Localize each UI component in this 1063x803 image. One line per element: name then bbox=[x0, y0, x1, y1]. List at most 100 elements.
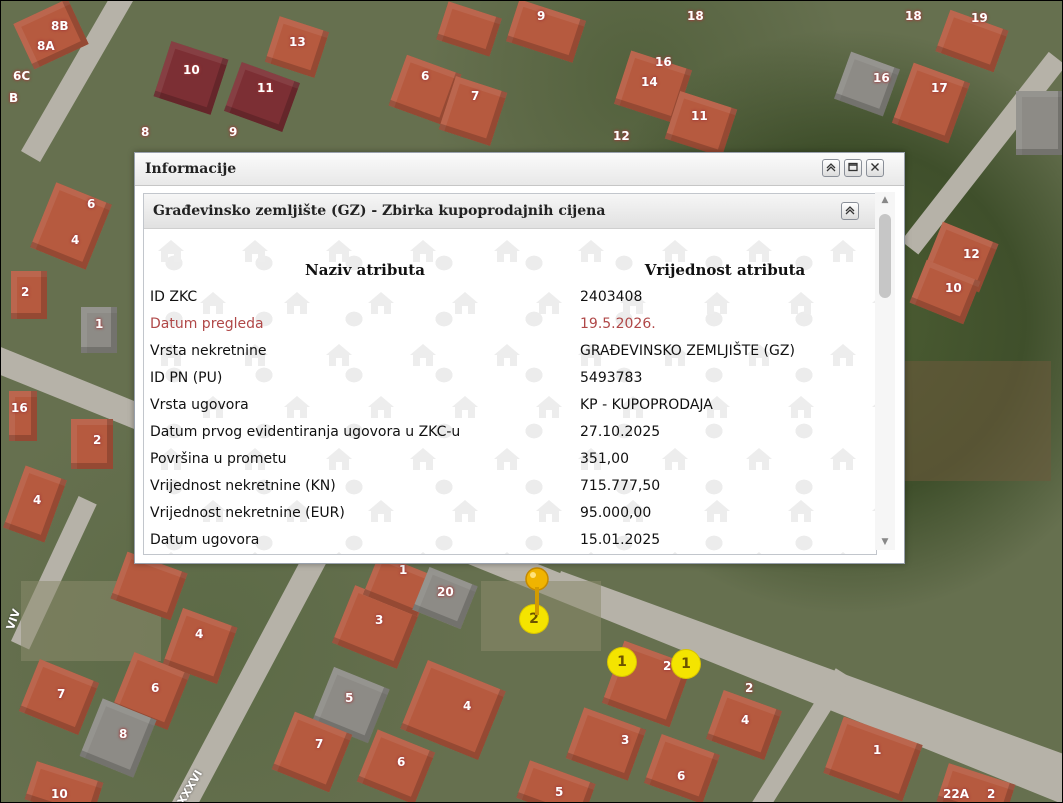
house-number: 20 bbox=[437, 585, 454, 599]
house-number: 14 bbox=[641, 75, 658, 89]
house-number: 2 bbox=[21, 285, 30, 299]
maximize-icon bbox=[848, 162, 858, 174]
scrollbar-thumb[interactable] bbox=[879, 214, 891, 298]
attribute-name: Datum prvog evidentiranja ugovora u ZKC-… bbox=[150, 423, 461, 440]
house-number: 3 bbox=[375, 613, 384, 627]
house-number: 4 bbox=[71, 233, 80, 247]
attribute-name: ID ZKC bbox=[150, 288, 198, 305]
house-number: 6 bbox=[151, 681, 160, 695]
attribute-table: Naziv atributa Vrijednost atributa ID ZK… bbox=[150, 257, 870, 553]
house-number: 10 bbox=[183, 63, 200, 77]
map-cluster[interactable]: 1 bbox=[672, 650, 700, 678]
house-number: 11 bbox=[257, 81, 274, 95]
table-row: Datum pregleda 19.5.2026. bbox=[150, 310, 870, 337]
house-number: 4 bbox=[463, 699, 472, 713]
house-number: 1 bbox=[399, 563, 408, 577]
panel-collapse-button[interactable] bbox=[841, 202, 859, 220]
lot bbox=[901, 361, 1051, 481]
info-window-title: Informacije bbox=[145, 161, 237, 177]
house-number: 2 bbox=[987, 787, 996, 801]
attribute-name: Vrsta nekretnine bbox=[150, 342, 267, 359]
column-header: Vrijednost atributa bbox=[644, 261, 806, 279]
scroll-down-icon[interactable]: ▼ bbox=[875, 534, 895, 550]
info-window-header[interactable]: Informacije bbox=[135, 153, 904, 186]
house-number: 6 bbox=[397, 755, 406, 769]
house-number: 4 bbox=[33, 493, 42, 507]
house bbox=[9, 391, 37, 441]
info-window[interactable]: Informacije Građevinsko zemljište (GZ) -… bbox=[134, 152, 905, 564]
house bbox=[153, 41, 229, 115]
table-row: ID ZKC 2403408 bbox=[150, 283, 870, 310]
scroll-up-icon[interactable]: ▲ bbox=[875, 192, 895, 208]
house-number: 18 bbox=[905, 9, 922, 23]
map-pin-icon[interactable] bbox=[523, 567, 551, 623]
table-row: Vrijednost nekretnine (KN) 715.777,50 bbox=[150, 472, 870, 499]
attribute-name: Vrijednost nekretnine (EUR) bbox=[150, 504, 345, 521]
table-row: Vrsta nekretnine GRAĐEVINSKO ZEMLJIŠTE (G… bbox=[150, 337, 870, 364]
attribute-panel-body: Naziv atributa Vrijednost atributa ID ZK… bbox=[144, 229, 876, 554]
house bbox=[834, 51, 900, 117]
house-number: 3 bbox=[621, 733, 630, 747]
house-number: 2 bbox=[745, 681, 754, 695]
house-number: 6 bbox=[677, 769, 686, 783]
house bbox=[505, 1, 587, 63]
house-number: 2 bbox=[93, 433, 102, 447]
attribute-value: 27.10.2025 bbox=[580, 423, 661, 440]
column-header: Naziv atributa bbox=[305, 261, 425, 279]
house-number: 4 bbox=[195, 627, 204, 641]
attribute-value: 351,00 bbox=[580, 450, 629, 467]
table-header-row: Naziv atributa Vrijednost atributa bbox=[150, 257, 870, 283]
house-number: 16 bbox=[655, 55, 672, 69]
attribute-value: 95.000,00 bbox=[580, 504, 652, 521]
table-row: Vrijednost nekretnine (EUR) 95.000,00 bbox=[150, 499, 870, 526]
house-number: 2 bbox=[663, 659, 672, 673]
house-number: 12 bbox=[613, 129, 630, 143]
house-number: 16 bbox=[11, 401, 28, 415]
attribute-value: 715.777,50 bbox=[580, 477, 661, 494]
house-number: 8 bbox=[141, 125, 150, 139]
close-button[interactable] bbox=[866, 159, 884, 177]
house-number: 6 bbox=[421, 69, 430, 83]
maximize-button[interactable] bbox=[844, 159, 862, 177]
collapse-button[interactable] bbox=[822, 159, 840, 177]
house-number: 13 bbox=[289, 35, 306, 49]
map-cluster[interactable]: 1 bbox=[608, 648, 636, 676]
attribute-name: Površina u prometu bbox=[150, 450, 287, 467]
house-number: 9 bbox=[229, 125, 238, 139]
attribute-name: Datum pregleda bbox=[150, 315, 264, 332]
house-number: 18 bbox=[687, 9, 704, 23]
house-number: B bbox=[9, 91, 19, 105]
attribute-panel-header[interactable]: Građevinsko zemljište (GZ) - Zbirka kupo… bbox=[144, 194, 876, 229]
attribute-panel-title: Građevinsko zemljište (GZ) - Zbirka kupo… bbox=[153, 203, 606, 219]
table-row: Površina u prometu 351,00 bbox=[150, 445, 870, 472]
house-number: 22A bbox=[943, 787, 969, 801]
house bbox=[891, 62, 971, 144]
panel-scrollbar[interactable]: ▲ ▼ bbox=[875, 192, 895, 550]
house-number: 8B bbox=[51, 19, 69, 33]
house-number: 7 bbox=[315, 737, 324, 751]
attribute-panel: Građevinsko zemljište (GZ) - Zbirka kupo… bbox=[143, 193, 877, 555]
house-number: 1 bbox=[95, 317, 104, 331]
table-row: Vrsta ugovora KP - KUPOPRODAJA bbox=[150, 391, 870, 418]
house-number: 12 bbox=[963, 247, 980, 261]
house-number: 6 bbox=[87, 197, 96, 211]
double-chevron-up-icon bbox=[845, 205, 855, 217]
attribute-name: Vrsta ugovora bbox=[150, 396, 249, 413]
close-icon bbox=[870, 162, 880, 174]
house-number: 7 bbox=[57, 687, 66, 701]
attribute-value: 2403408 bbox=[580, 288, 643, 305]
attribute-name: Vrijednost nekretnine (KN) bbox=[150, 477, 336, 494]
house-number: 10 bbox=[51, 787, 68, 801]
house-number: 9 bbox=[537, 9, 546, 23]
house-number: 5 bbox=[555, 785, 564, 799]
house-number: 16 bbox=[873, 71, 890, 85]
house bbox=[436, 1, 502, 57]
house bbox=[1016, 91, 1062, 155]
house-number: 6C bbox=[13, 69, 31, 83]
house-number: 1 bbox=[873, 743, 882, 757]
house-number: 17 bbox=[931, 81, 948, 95]
house-number: 7 bbox=[471, 89, 480, 103]
attribute-name: ID PN (PU) bbox=[150, 369, 223, 386]
house bbox=[223, 61, 301, 133]
attribute-value: 19.5.2026. bbox=[580, 315, 656, 332]
